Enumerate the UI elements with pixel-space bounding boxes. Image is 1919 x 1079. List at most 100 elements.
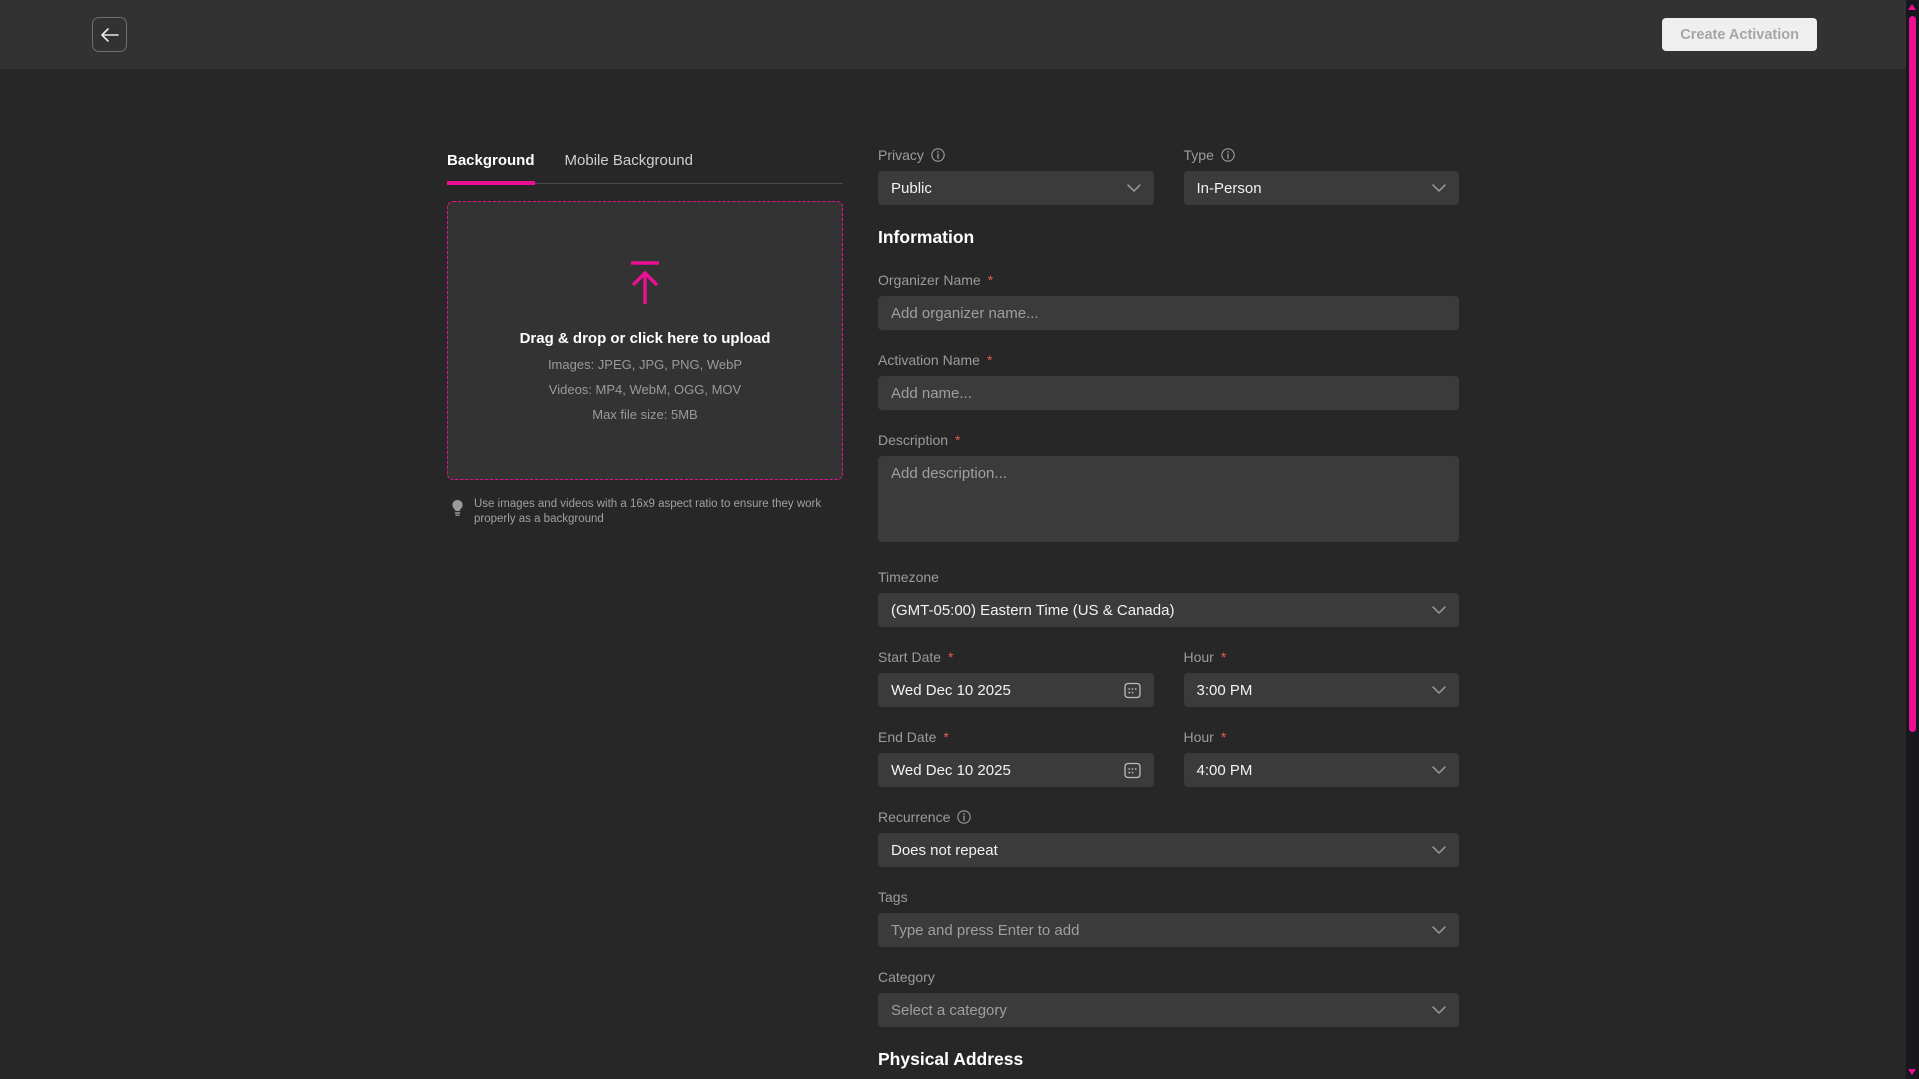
required-asterisk: * (987, 352, 992, 368)
privacy-label: Privacy (878, 147, 1154, 163)
chevron-down-icon (1432, 926, 1446, 934)
scrollbar-thumb[interactable] (1909, 16, 1916, 732)
info-icon[interactable] (957, 810, 971, 824)
organizer-name-label-text: Organizer Name (878, 272, 981, 288)
physical-address-heading: Physical Address (878, 1049, 1459, 1070)
required-asterisk: * (1221, 729, 1226, 745)
category-label-text: Category (878, 969, 935, 985)
start-date-value: Wed Dec 10 2025 (891, 682, 1011, 699)
dropzone-title: Drag & drop or click here to upload (520, 330, 771, 347)
required-asterisk: * (948, 649, 953, 665)
top-bar: Create Activation (0, 0, 1919, 69)
timezone-select[interactable]: (GMT-05:00) Eastern Time (US & Canada) (878, 593, 1459, 627)
chevron-down-icon (1432, 686, 1446, 694)
type-label: Type (1184, 147, 1460, 163)
end-hour-label-text: Hour (1184, 729, 1214, 745)
privacy-group: Privacy Public (878, 147, 1154, 205)
recurrence-group: Recurrence Does not repeat (878, 809, 1459, 867)
tab-mobile-background[interactable]: Mobile Background (565, 152, 693, 185)
back-button[interactable] (92, 17, 127, 52)
required-asterisk: * (1221, 649, 1226, 665)
start-date-label: Start Date * (878, 649, 1154, 665)
activation-name-input[interactable] (878, 376, 1459, 410)
info-icon[interactable] (931, 148, 945, 162)
type-label-text: Type (1184, 147, 1214, 163)
end-date-label: End Date * (878, 729, 1154, 745)
tags-group: Tags Type and press Enter to add (878, 889, 1459, 947)
background-tabs: Background Mobile Background (447, 152, 843, 184)
start-hour-value: 3:00 PM (1197, 682, 1253, 699)
privacy-select[interactable]: Public (878, 171, 1154, 205)
chevron-down-icon (1432, 184, 1446, 192)
tags-placeholder: Type and press Enter to add (891, 922, 1079, 939)
info-icon[interactable] (1221, 148, 1235, 162)
timezone-value: (GMT-05:00) Eastern Time (US & Canada) (891, 602, 1174, 619)
description-group: Description * (878, 432, 1459, 547)
chevron-down-icon (1432, 1006, 1446, 1014)
end-hour-label: Hour * (1184, 729, 1460, 745)
end-date-group: End Date * Wed Dec 10 2025 (878, 729, 1154, 787)
dropzone-videos-formats: Videos: MP4, WebM, OGG, MOV (549, 382, 741, 397)
tags-input[interactable]: Type and press Enter to add (878, 913, 1459, 947)
organizer-name-input[interactable] (878, 296, 1459, 330)
recurrence-label-text: Recurrence (878, 809, 950, 825)
category-group: Category Select a category (878, 969, 1459, 1027)
activation-name-group: Activation Name * (878, 352, 1459, 410)
description-textarea[interactable] (878, 456, 1459, 542)
scrollbar-down-arrow-icon[interactable] (1908, 1069, 1916, 1075)
information-heading: Information (878, 227, 1459, 248)
activation-name-label: Activation Name * (878, 352, 1459, 368)
calendar-icon (1124, 682, 1141, 699)
dropzone-max-size: Max file size: 5MB (592, 407, 697, 422)
category-label: Category (878, 969, 1459, 985)
page-content: Background Mobile Background Drag & drop… (0, 69, 1919, 1079)
recurrence-value: Does not repeat (891, 842, 998, 859)
category-select[interactable]: Select a category (878, 993, 1459, 1027)
start-date-picker[interactable]: Wed Dec 10 2025 (878, 673, 1154, 707)
end-hour-select[interactable]: 4:00 PM (1184, 753, 1460, 787)
privacy-label-text: Privacy (878, 147, 924, 163)
end-date-value: Wed Dec 10 2025 (891, 762, 1011, 779)
page-scrollbar[interactable] (1906, 0, 1919, 1079)
tab-background[interactable]: Background (447, 152, 535, 185)
start-hour-group: Hour * 3:00 PM (1184, 649, 1460, 707)
end-date-label-text: End Date (878, 729, 936, 745)
required-asterisk: * (943, 729, 948, 745)
chevron-down-icon (1127, 184, 1141, 192)
end-hour-group: Hour * 4:00 PM (1184, 729, 1460, 787)
privacy-value: Public (891, 180, 932, 197)
type-group: Type In-Person (1184, 147, 1460, 205)
upload-arrow-icon (626, 260, 664, 306)
recurrence-select[interactable]: Does not repeat (878, 833, 1459, 867)
scrollbar-up-arrow-icon[interactable] (1908, 4, 1916, 10)
required-asterisk: * (988, 272, 993, 288)
upload-dropzone[interactable]: Drag & drop or click here to upload Imag… (447, 201, 843, 480)
tip-text: Use images and videos with a 16x9 aspect… (474, 497, 834, 527)
aspect-ratio-tip: Use images and videos with a 16x9 aspect… (447, 497, 843, 527)
start-hour-select[interactable]: 3:00 PM (1184, 673, 1460, 707)
activation-form: Privacy Public (878, 147, 1459, 1079)
dropzone-images-formats: Images: JPEG, JPG, PNG, WebP (548, 357, 742, 372)
end-hour-value: 4:00 PM (1197, 762, 1253, 779)
type-value: In-Person (1197, 180, 1262, 197)
start-date-label-text: Start Date (878, 649, 941, 665)
timezone-group: Timezone (GMT-05:00) Eastern Time (US & … (878, 569, 1459, 627)
start-date-group: Start Date * Wed Dec 10 2025 (878, 649, 1154, 707)
description-label-text: Description (878, 432, 948, 448)
recurrence-label: Recurrence (878, 809, 1459, 825)
activation-name-label-text: Activation Name (878, 352, 980, 368)
timezone-label-text: Timezone (878, 569, 939, 585)
arrow-left-icon (100, 27, 120, 43)
start-hour-label: Hour * (1184, 649, 1460, 665)
organizer-name-label: Organizer Name * (878, 272, 1459, 288)
type-select[interactable]: In-Person (1184, 171, 1460, 205)
calendar-icon (1124, 762, 1141, 779)
create-activation-button[interactable]: Create Activation (1662, 18, 1817, 51)
description-label: Description * (878, 432, 1459, 448)
chevron-down-icon (1432, 606, 1446, 614)
end-date-picker[interactable]: Wed Dec 10 2025 (878, 753, 1154, 787)
background-upload-panel: Background Mobile Background Drag & drop… (447, 147, 843, 1079)
organizer-name-group: Organizer Name * (878, 272, 1459, 330)
chevron-down-icon (1432, 846, 1446, 854)
category-placeholder: Select a category (891, 1002, 1007, 1019)
